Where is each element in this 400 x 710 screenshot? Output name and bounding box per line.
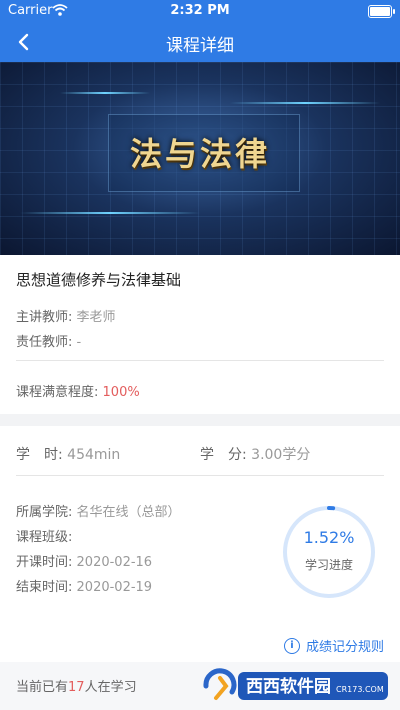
college-value: 名华在线（总部）: [76, 505, 181, 520]
battery-icon: [368, 5, 395, 18]
lecturer-row: 主讲教师: 李老师: [16, 306, 116, 325]
learners-count: 17: [68, 680, 85, 695]
svg-text:西西软件园: 西西软件园: [246, 676, 331, 697]
credit-value: 3.00学分: [251, 447, 311, 463]
hours-row: 学 时: 454min: [16, 444, 120, 464]
progress-label: 学习进度: [304, 558, 353, 572]
responsible-value: -: [76, 335, 82, 350]
college-row: 所属学院: 名华在线（总部）: [16, 501, 181, 520]
learners-count-text: 当前已有17人在学习: [16, 676, 137, 695]
section-gap: [0, 414, 400, 426]
course-name: 思想道德修养与法律基础: [16, 271, 182, 289]
hours-value: 454min: [67, 447, 121, 463]
start-label: 开课时间:: [16, 555, 73, 570]
start-row: 开课时间: 2020-02-16: [16, 551, 152, 570]
class-row: 课程班级:: [16, 526, 72, 545]
lecturer-value: 李老师: [76, 310, 116, 325]
satisfaction-value: 100%: [102, 385, 140, 400]
responsible-label: 责任教师:: [16, 335, 73, 350]
class-label: 课程班级:: [16, 530, 73, 545]
watermark-logo: 西西软件园 CR173.COM: [203, 668, 388, 700]
end-label: 结束时间:: [16, 580, 73, 595]
end-value: 2020-02-19: [76, 580, 153, 595]
learners-suffix: 人在学习: [84, 680, 137, 695]
status-bar: Carrier 2:32 PM: [0, 0, 400, 22]
satisfaction-label: 课程满意程度:: [16, 385, 99, 400]
learning-progress-ring: 1.52% 学习进度: [281, 504, 377, 600]
credit-label: 学 分:: [200, 447, 247, 463]
svg-text:CR173.COM: CR173.COM: [336, 685, 384, 694]
credit-row: 学 分: 3.00学分: [200, 444, 310, 464]
info-icon: i: [283, 637, 300, 654]
responsible-row: 责任教师: -: [16, 331, 81, 350]
divider: [16, 360, 384, 361]
college-label: 所属学院:: [16, 505, 73, 520]
hours-label: 学 时:: [16, 447, 63, 463]
lecturer-label: 主讲教师:: [16, 310, 73, 325]
nav-bar: 课程详细: [0, 22, 400, 62]
start-value: 2020-02-16: [76, 555, 153, 570]
progress-percent: 1.52%: [303, 528, 355, 547]
course-banner-image: 法与法律: [0, 62, 400, 255]
progress-ring-graphic: [283, 506, 375, 598]
end-row: 结束时间: 2020-02-19: [16, 576, 152, 595]
page-title: 课程详细: [166, 36, 234, 56]
learners-prefix: 当前已有: [16, 680, 69, 695]
banner-title: 法与法律: [129, 135, 270, 173]
grading-rules-label: 成绩记分规则: [305, 640, 384, 655]
satisfaction-row: 课程满意程度: 100%: [16, 381, 140, 400]
divider: [16, 475, 384, 476]
clock: 2:32 PM: [170, 3, 230, 18]
grading-rules-link[interactable]: i 成绩记分规则: [283, 636, 384, 655]
